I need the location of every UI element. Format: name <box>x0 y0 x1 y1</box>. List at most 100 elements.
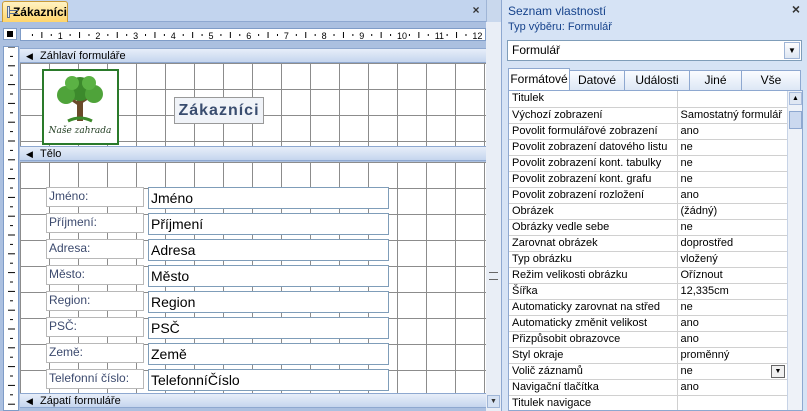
property-value-text: ne <box>680 172 693 185</box>
form-title-label[interactable]: Zákazníci <box>174 97 264 124</box>
section-arrow-icon: ◀ <box>26 50 33 61</box>
chevron-down-icon[interactable]: ▼ <box>771 364 785 378</box>
property-value-text: ne <box>680 156 693 169</box>
property-row[interactable]: Typ obrázku vložený <box>509 251 787 268</box>
ruler-label: 9 <box>359 31 364 41</box>
tab-other[interactable]: Jiné <box>689 70 742 90</box>
detail-section-bar[interactable]: ◀ Tělo <box>20 146 486 161</box>
label-city[interactable]: Město: <box>46 265 144 285</box>
selection-type-label: Typ výběru: Formulář <box>508 21 612 33</box>
form-design-view: Zákazníci × 1 2 3 4 5 6 7 8 9 10 11 12 ◀ Záhlaví fo… <box>0 0 486 411</box>
property-row[interactable]: Navigační tlačítka ano <box>509 379 787 396</box>
chevron-down-icon[interactable]: ▼ <box>784 42 800 59</box>
property-value[interactable]: ne <box>677 219 787 236</box>
field-country[interactable]: Země <box>148 343 389 365</box>
property-value[interactable]: proměnný <box>677 347 787 364</box>
scroll-down-icon[interactable]: ▼ <box>487 395 500 408</box>
tab-all[interactable]: Vše <box>741 70 801 90</box>
tab-data[interactable]: Datové <box>569 70 625 90</box>
label-postal-code[interactable]: PSČ: <box>46 317 144 337</box>
property-value[interactable]: ne ▼ <box>677 363 787 380</box>
ruler-label: 5 <box>209 31 214 41</box>
field-phone[interactable]: TelefonníČíslo <box>148 369 389 391</box>
field-region[interactable]: Region <box>148 291 389 313</box>
property-value[interactable]: ano <box>677 315 787 332</box>
property-row[interactable]: Přizpůsobit obrazovce ano <box>509 331 787 348</box>
property-value[interactable]: Oříznout <box>677 267 787 284</box>
property-value[interactable]: ne <box>677 299 787 316</box>
property-row[interactable]: Automaticky zarovnat na střed ne <box>509 299 787 316</box>
ruler-label: 4 <box>171 31 176 41</box>
property-row[interactable]: Povolit zobrazení rozložení ano <box>509 187 787 204</box>
field-address[interactable]: Adresa <box>148 239 389 261</box>
property-name: Automaticky změnit velikost <box>509 315 678 332</box>
property-row[interactable]: Titulek <box>509 91 787 108</box>
property-value-text: Oříznout <box>680 268 723 281</box>
property-row[interactable]: Titulek navigace <box>509 395 787 410</box>
property-row[interactable]: Povolit formulářové zobrazení ano <box>509 123 787 140</box>
vertical-ruler[interactable] <box>3 46 19 411</box>
form-header-bar[interactable]: ◀ Záhlaví formuláře <box>20 48 486 63</box>
tab-events[interactable]: Události <box>624 70 690 90</box>
property-row[interactable]: Obrázek (žádný) <box>509 203 787 220</box>
form-footer-bar[interactable]: ◀ Zápatí formuláře <box>20 393 486 408</box>
field-postal-code[interactable]: PSČ <box>148 317 389 339</box>
property-row[interactable]: Obrázky vedle sebe ne <box>509 219 787 236</box>
property-sheet: Seznam vlastností × Typ výběru: Formulář… <box>501 0 807 411</box>
property-value[interactable]: (žádný) <box>677 203 787 220</box>
field-first-name[interactable]: Jméno <box>148 187 389 209</box>
field-last-name[interactable]: Příjmení <box>148 213 389 235</box>
label-last-name[interactable]: Příjmení: <box>46 213 144 233</box>
property-row[interactable]: Šířka 12,335cm <box>509 283 787 300</box>
property-value[interactable]: ano <box>677 187 787 204</box>
property-row[interactable]: Režim velikosti obrázku Oříznout <box>509 267 787 284</box>
property-row[interactable]: Volič záznamů ne ▼ <box>509 363 787 380</box>
property-value[interactable] <box>677 395 787 410</box>
tab-format[interactable]: Formátové <box>508 68 570 90</box>
property-row[interactable]: Povolit zobrazení kont. tabulky ne <box>509 155 787 172</box>
document-tab[interactable]: Zákazníci <box>2 1 68 22</box>
property-scrollbar[interactable]: ▲ <box>787 91 802 410</box>
property-row[interactable]: Zarovnat obrázek doprostřed <box>509 235 787 252</box>
logo-image[interactable]: Naše zahrada <box>42 69 119 145</box>
property-value[interactable]: 12,335cm <box>677 283 787 300</box>
object-selector-value: Formulář <box>512 43 561 57</box>
detail-section-label: Tělo <box>40 147 62 160</box>
property-value-text: ano <box>680 316 699 329</box>
property-name: Šířka <box>509 283 678 300</box>
property-row[interactable]: Styl okraje proměnný <box>509 347 787 364</box>
horizontal-ruler[interactable]: 1 2 3 4 5 6 7 8 9 10 11 12 <box>20 28 486 41</box>
label-region[interactable]: Region: <box>46 291 144 311</box>
property-value[interactable]: Samostatný formulář <box>677 107 787 124</box>
ruler-label: 6 <box>246 31 251 41</box>
label-country[interactable]: Země: <box>46 343 144 363</box>
label-phone[interactable]: Telefonní číslo: <box>46 369 144 389</box>
label-address[interactable]: Adresa: <box>46 239 144 259</box>
property-value[interactable]: doprostřed <box>677 235 787 252</box>
property-value[interactable]: ne <box>677 139 787 156</box>
property-value[interactable]: ano <box>677 123 787 140</box>
property-row[interactable]: Povolit zobrazení datového listu ne <box>509 139 787 156</box>
property-value[interactable]: ne <box>677 171 787 188</box>
property-value[interactable] <box>677 91 787 108</box>
ruler-label: 1 <box>58 31 63 41</box>
close-icon[interactable]: × <box>469 3 483 17</box>
form-selector[interactable] <box>3 28 17 40</box>
property-row[interactable]: Automaticky změnit velikost ano <box>509 315 787 332</box>
design-scrollbar[interactable]: ▼ <box>486 22 501 411</box>
property-row[interactable]: Povolit zobrazení kont. grafu ne <box>509 171 787 188</box>
property-tabs: Formátové Datové Události Jiné Vše <box>508 68 803 90</box>
ruler-label: 7 <box>284 31 289 41</box>
property-row[interactable]: Výchozí zobrazení Samostatný formulář <box>509 107 787 124</box>
property-value[interactable]: ano <box>677 331 787 348</box>
property-value[interactable]: ne <box>677 155 787 172</box>
label-first-name[interactable]: Jméno: <box>46 187 144 207</box>
property-value[interactable]: ano <box>677 379 787 396</box>
field-city[interactable]: Město <box>148 265 389 287</box>
property-value[interactable]: vložený <box>677 251 787 268</box>
scroll-up-icon[interactable]: ▲ <box>789 92 802 105</box>
property-name: Navigační tlačítka <box>509 379 678 396</box>
object-selector[interactable]: Formulář ▼ <box>507 40 802 61</box>
close-icon[interactable]: × <box>789 2 803 16</box>
scrollbar-thumb[interactable] <box>789 111 802 129</box>
